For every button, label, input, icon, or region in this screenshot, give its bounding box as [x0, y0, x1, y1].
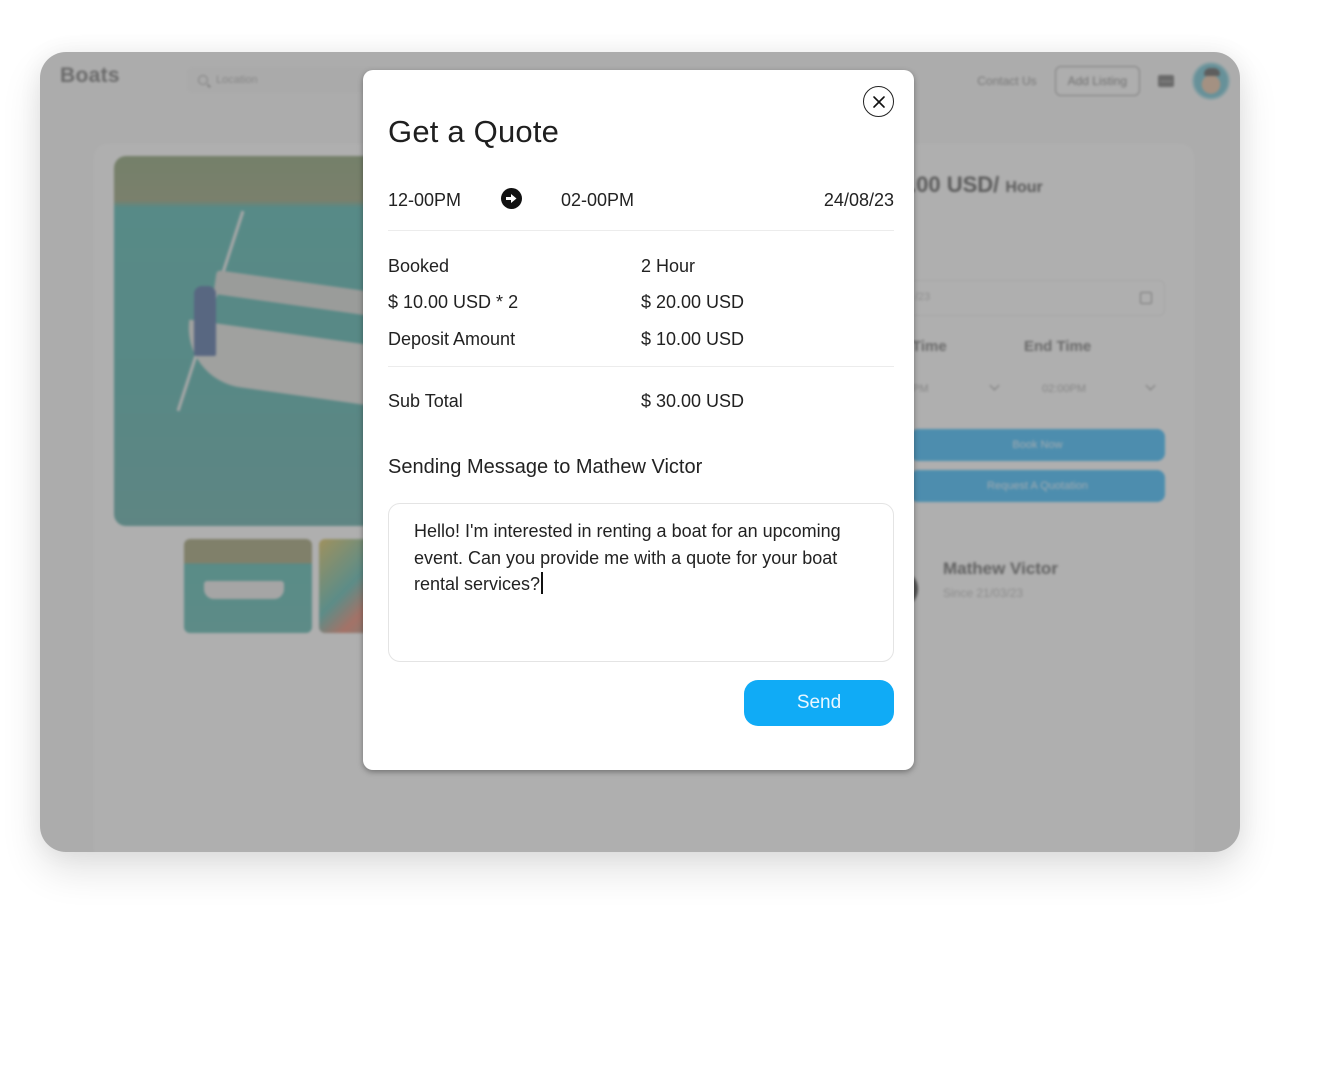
start-time: 12-00PM [388, 190, 462, 210]
send-button[interactable]: Send [744, 680, 894, 726]
close-icon [872, 95, 885, 108]
arrow-right-circle-icon [501, 188, 522, 209]
message-text: Hello! I'm interested in renting a boat … [414, 521, 841, 594]
summary-value: $ 20.00 USD [641, 292, 745, 312]
end-time: 02-00PM [561, 190, 635, 210]
summary-label: Booked [388, 256, 450, 276]
message-heading: Sending Message to Mathew Victor [388, 456, 703, 478]
summary-value: 2 Hour [641, 256, 696, 276]
modal-title: Get a Quote [388, 114, 560, 149]
time-range-row: 12-00PM 02-00PM 24/08/23 [388, 188, 894, 212]
get-quote-modal: Get a Quote 12-00PM 02-00PM 24/08/23 Boo… [363, 70, 914, 770]
text-cursor [541, 572, 543, 594]
close-button[interactable] [863, 86, 894, 117]
summary-label: $ 10.00 USD * 2 [388, 292, 519, 312]
message-textarea[interactable]: Hello! I'm interested in renting a boat … [388, 503, 894, 662]
subtotal-value: $ 30.00 USD [641, 391, 745, 411]
divider [388, 366, 894, 367]
divider [388, 230, 894, 231]
subtotal-label: Sub Total [388, 391, 463, 411]
summary-label: Deposit Amount [388, 329, 516, 349]
summary-value: $ 10.00 USD [641, 329, 745, 349]
quote-date: 24/08/23 [823, 190, 894, 210]
